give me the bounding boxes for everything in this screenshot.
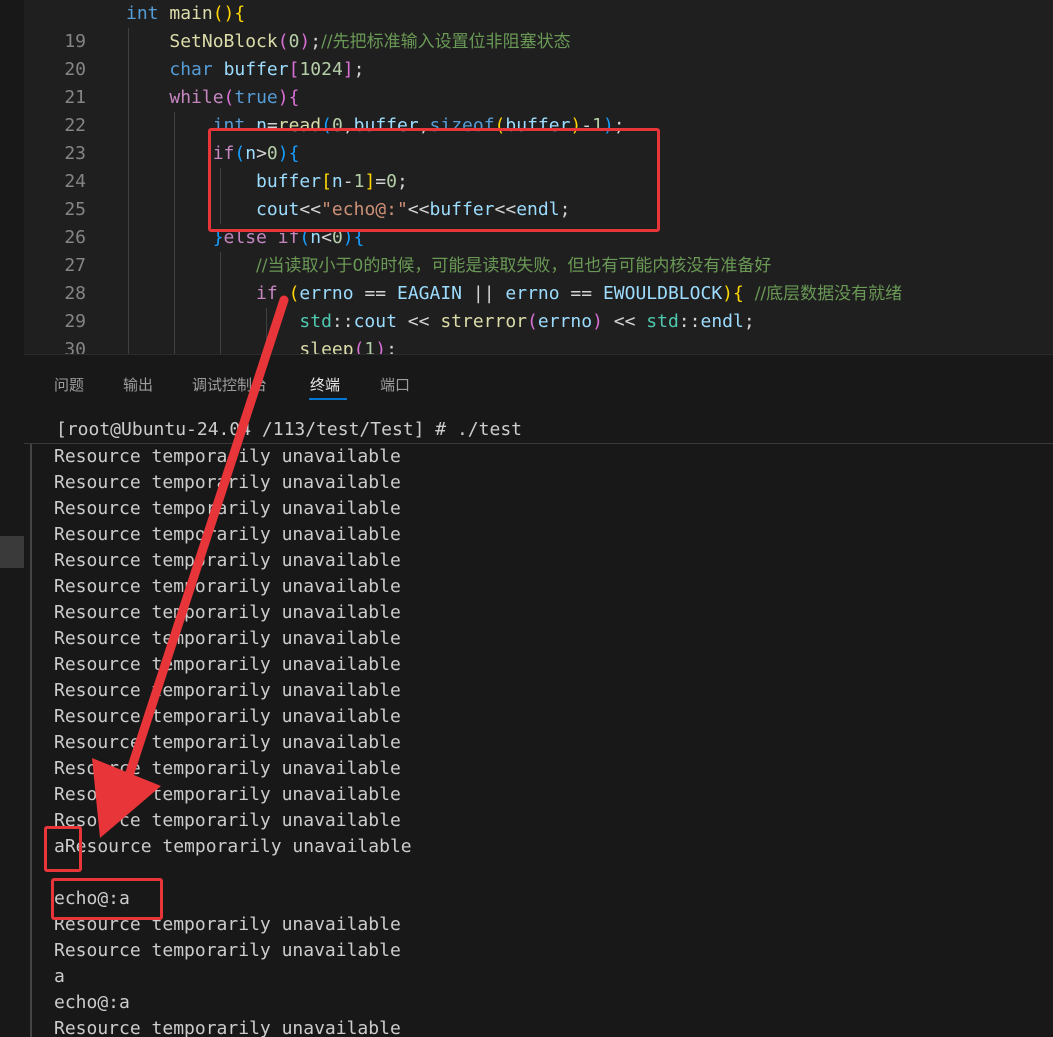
annotation-arrow <box>92 295 289 838</box>
vscode-window: 19 int main(){ 20 SetNoBlock(0);//先把标准输入… <box>0 0 1053 1037</box>
